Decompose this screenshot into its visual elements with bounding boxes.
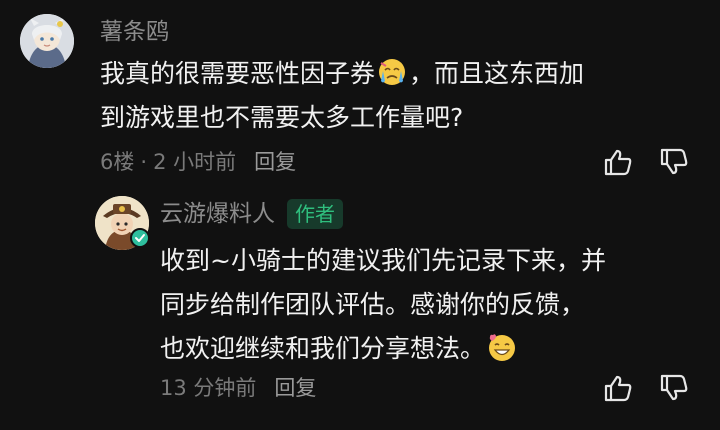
comment-floor: 6楼 (100, 150, 135, 174)
thumbs-down-icon[interactable] (658, 146, 690, 178)
user-avatar[interactable] (20, 14, 74, 68)
reply-meta: 13 分钟前 回复 (160, 375, 316, 401)
comment-username[interactable]: 薯条鸥 (100, 18, 169, 46)
grinning-face-with-heart-icon (489, 334, 516, 361)
comment-text-line-2: 到游戏里也不需要太多工作量吧? (100, 103, 464, 132)
author-badge: 作者 (287, 199, 343, 229)
reply-text-part: 也欢迎继续和我们分享想法。 (160, 334, 486, 363)
comment-time: 2 小时前 (153, 150, 237, 174)
comment-thread: 薯条鸥 我真的很需要恶性因子券 ，而且这东西加 到游戏里也不需要太多工作量吧? … (0, 0, 720, 430)
comment-text-part-2: ，而且这东西加 (409, 59, 585, 88)
comment-text-part-1: 我真的很需要恶性因子券 (100, 59, 376, 88)
avatar-image (20, 14, 74, 68)
reply-time: 13 分钟前 (160, 376, 257, 400)
reply-text-line-2: 同步给制作团队评估。感谢你的反馈， (160, 290, 586, 319)
crying-face-icon (379, 59, 406, 85)
comment-reply-button[interactable]: 回复 (254, 150, 296, 174)
verified-check-icon (130, 228, 150, 248)
reply-text-line-1: 收到~小骑士的建议我们先记录下来，并 (160, 246, 606, 275)
comment-text-line-1: 我真的很需要恶性因子券 ，而且这东西加 (100, 52, 584, 96)
thumbs-up-icon[interactable] (602, 372, 634, 404)
thumbs-up-icon[interactable] (602, 146, 634, 178)
reply-text-line-3: 也欢迎继续和我们分享想法。 (160, 327, 519, 371)
reply-reply-button[interactable]: 回复 (274, 376, 316, 400)
reply-username[interactable]: 云游爆料人 (160, 200, 275, 228)
meta-separator: · (140, 150, 148, 174)
thumbs-down-icon[interactable] (658, 372, 690, 404)
comment-meta: 6楼 · 2 小时前 回复 (100, 149, 296, 175)
